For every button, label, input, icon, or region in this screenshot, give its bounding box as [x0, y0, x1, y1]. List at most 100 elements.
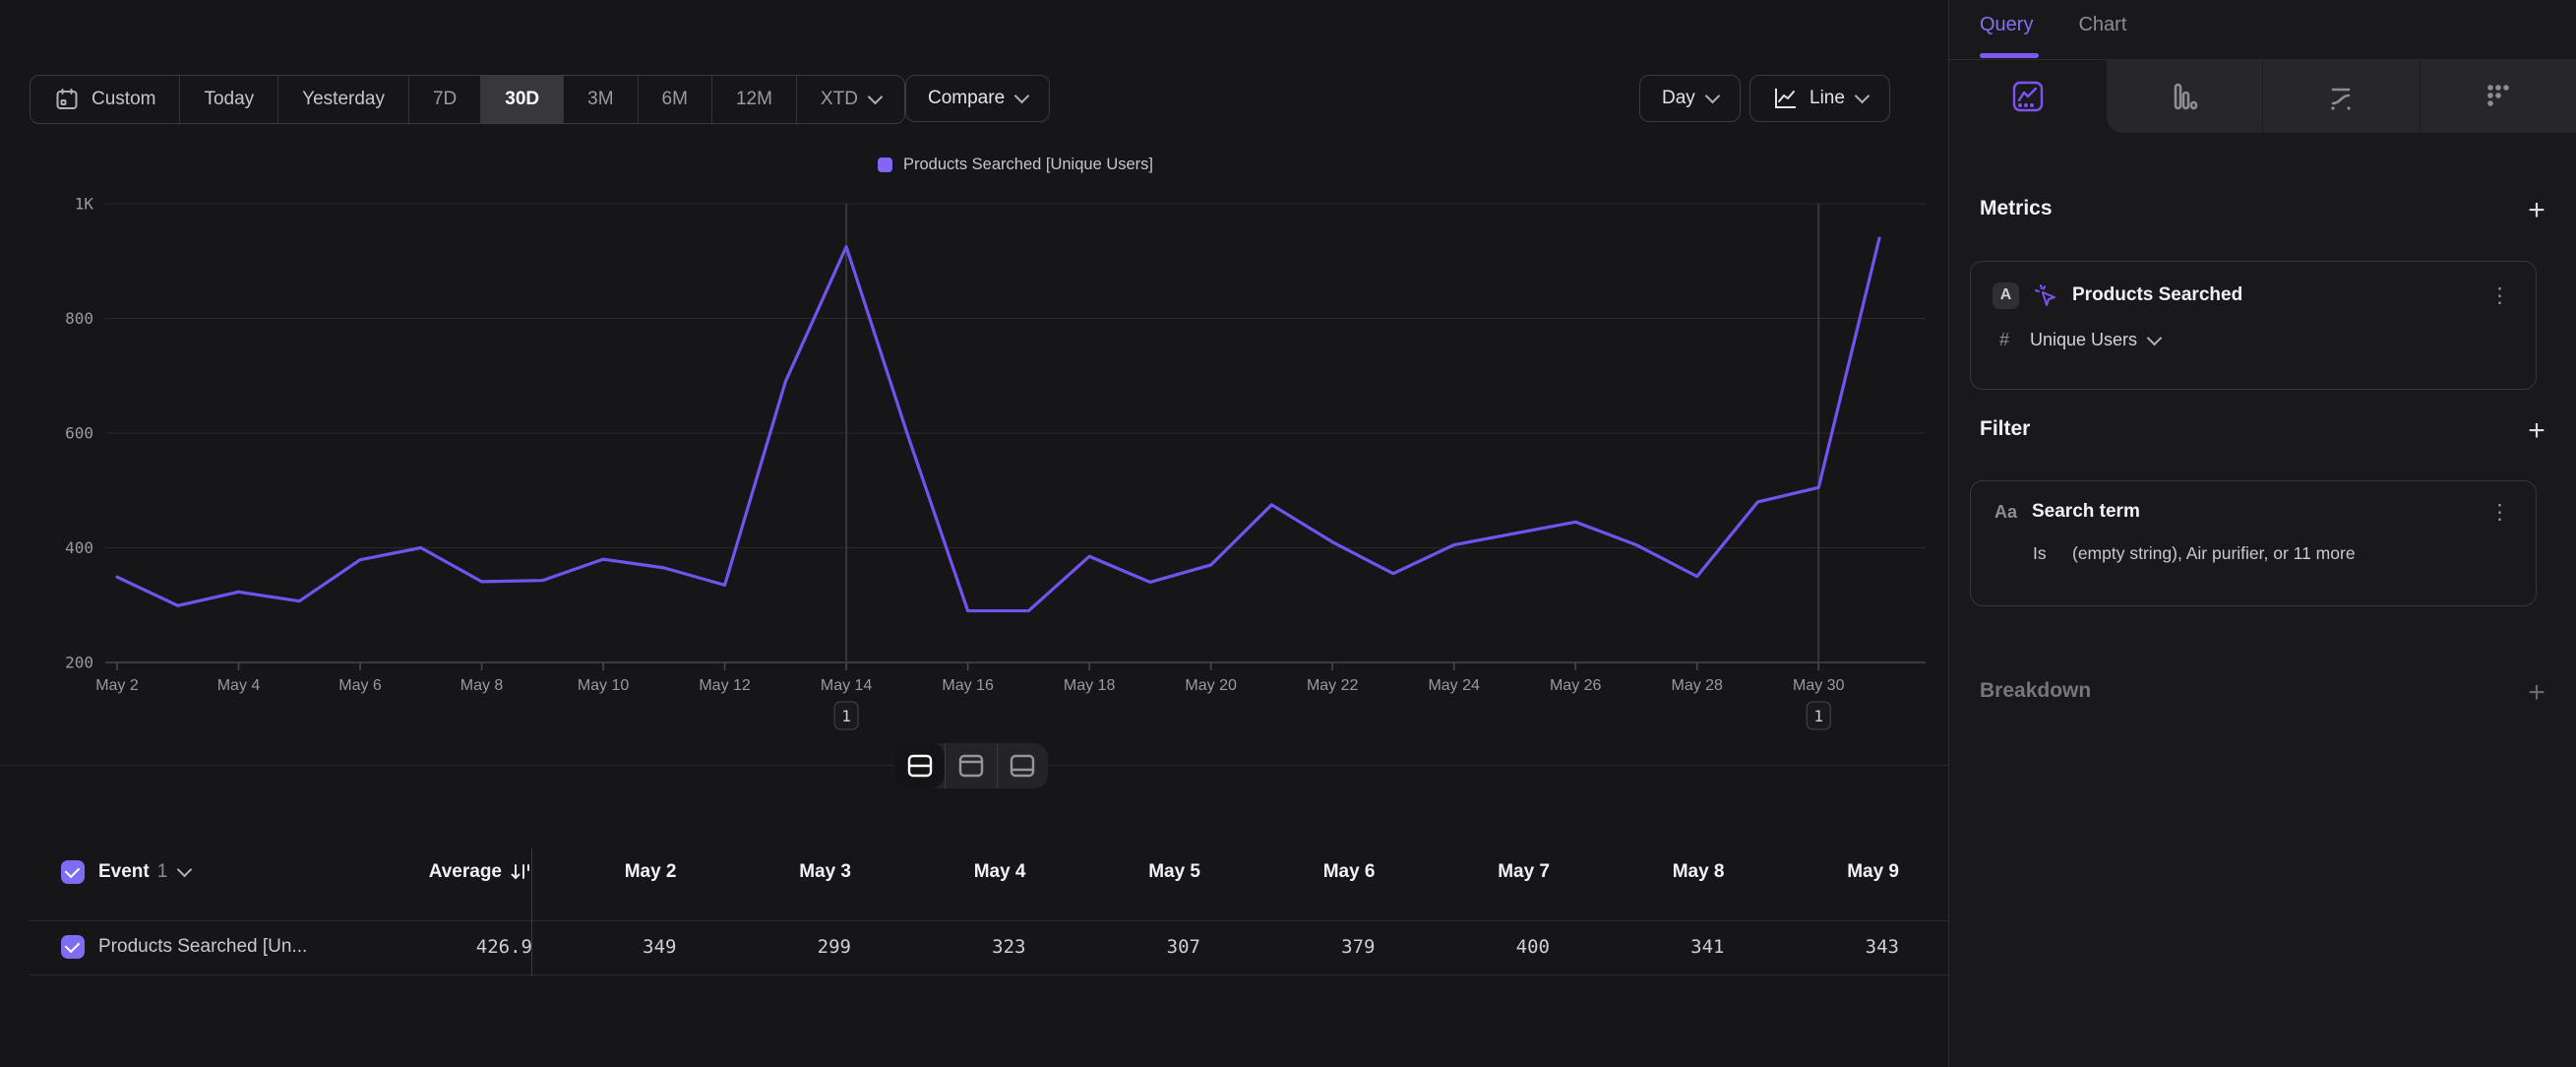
date-column-header[interactable]: May 7: [1405, 861, 1580, 883]
date-range-today[interactable]: Today: [179, 76, 277, 123]
x-axis-label: May 4: [217, 677, 261, 694]
date-range-custom[interactable]: Custom: [31, 76, 179, 123]
date-range-3m[interactable]: 3M: [563, 76, 637, 123]
view-tab-insights-line[interactable]: [1949, 60, 2106, 133]
date-column-header[interactable]: May 9: [1754, 861, 1930, 883]
x-axis-label: May 20: [1185, 677, 1237, 694]
view-tab-bar-chart[interactable]: [2107, 60, 2262, 133]
bar-chart-icon: [2168, 80, 2201, 113]
x-axis-label: May 8: [460, 677, 504, 694]
x-axis-label: May 24: [1428, 677, 1480, 694]
tab-query[interactable]: Query: [1980, 14, 2033, 36]
chevron-down-icon: [1705, 89, 1721, 104]
add-filter-button[interactable]: +: [2519, 413, 2554, 449]
metric-menu-button[interactable]: ⋮: [2485, 285, 2514, 306]
chart-only-view-button[interactable]: [945, 743, 996, 788]
cell-value: 400: [1405, 936, 1580, 958]
date-range-control: CustomTodayYesterday7D30D3M6M12MXTD: [30, 75, 905, 124]
metric-name: Products Searched: [2072, 284, 2473, 306]
breakdown-heading: Breakdown: [1980, 679, 2091, 703]
y-axis-label: 600: [65, 424, 93, 443]
view-tab-flows[interactable]: [2262, 60, 2419, 133]
compare-label: Compare: [928, 88, 1005, 109]
main-panel: CustomTodayYesterday7D30D3M6M12MXTD Comp…: [0, 0, 1948, 1067]
chevron-down-icon: [868, 90, 884, 105]
compare-button[interactable]: Compare: [905, 75, 1050, 122]
flows-icon: [2324, 80, 2358, 113]
active-tab-underline: [1980, 53, 2039, 58]
x-axis-label: May 12: [699, 677, 751, 694]
filter-property-name: Search term: [2032, 501, 2473, 523]
metric-letter-badge: A: [1993, 282, 2019, 309]
chevron-down-icon: [1855, 89, 1871, 104]
date-column-headers: May 2May 3May 4May 5May 6May 7May 8May 9: [531, 861, 1929, 883]
layout-toggle: [894, 743, 1048, 788]
x-axis-label: May 18: [1064, 677, 1116, 694]
line-chart[interactable]: 1K800600400200May 2May 4May 6May 8May 10…: [0, 187, 1948, 748]
retention-grid-icon: [2482, 80, 2515, 113]
add-breakdown-button[interactable]: +: [2519, 675, 2554, 711]
add-metric-button[interactable]: +: [2519, 193, 2554, 228]
row-checkbox[interactable]: [61, 935, 85, 959]
granularity-button[interactable]: Day: [1639, 75, 1741, 122]
table-row: Products Searched [Un... 426.9 349299323…: [30, 929, 1948, 965]
date-range-yesterday[interactable]: Yesterday: [277, 76, 408, 123]
y-axis-label: 1K: [75, 195, 94, 214]
filter-value[interactable]: (empty string), Air purifier, or 11 more: [2072, 543, 2356, 564]
x-axis-label: May 26: [1550, 677, 1602, 694]
chevron-down-icon[interactable]: [2147, 330, 2163, 345]
x-axis-label: May 2: [95, 677, 139, 694]
filter-menu-button[interactable]: ⋮: [2485, 502, 2514, 523]
date-range-xtd[interactable]: XTD: [796, 76, 904, 123]
tab-chart[interactable]: Chart: [2078, 14, 2126, 36]
cell-value: 307: [1056, 936, 1231, 958]
date-range-7d[interactable]: 7D: [408, 76, 480, 123]
table-header-row: Event 1 Average May 2May 3May 4May 5May …: [30, 854, 1948, 890]
metrics-heading: Metrics: [1980, 197, 2053, 220]
date-column-header[interactable]: May 3: [706, 861, 882, 883]
cell-value: 323: [881, 936, 1056, 958]
cell-value: 343: [1754, 936, 1930, 958]
analytics-app: CustomTodayYesterday7D30D3M6M12MXTD Comp…: [0, 0, 2576, 1067]
date-column-header[interactable]: May 4: [881, 861, 1056, 883]
inactive-view-tabs-panel: [2107, 60, 2576, 133]
date-range-12m[interactable]: 12M: [711, 76, 796, 123]
filter-heading: Filter: [1980, 417, 2030, 441]
metric-card[interactable]: A Products Searched ⋮ # Unique Users: [1970, 261, 2537, 390]
y-axis-label: 800: [65, 309, 93, 328]
date-column-header[interactable]: May 8: [1579, 861, 1754, 883]
split-view-button[interactable]: [894, 743, 945, 788]
filter-operator[interactable]: Is: [2033, 543, 2058, 564]
y-axis-label: 200: [65, 654, 93, 672]
cell-value: 341: [1579, 936, 1754, 958]
x-axis-label: May 6: [338, 677, 382, 694]
annotation-badge-label: 1: [841, 707, 851, 725]
select-all-checkbox[interactable]: [61, 860, 85, 884]
x-axis-label: May 22: [1307, 677, 1359, 694]
query-sidebar: Query Chart: [1949, 0, 2576, 1067]
x-axis-label: May 28: [1671, 677, 1723, 694]
filter-card[interactable]: Aa Search term ⋮ Is (empty string), Air …: [1970, 480, 2537, 606]
table-only-view-button[interactable]: [997, 743, 1048, 788]
calendar-icon: [54, 87, 80, 112]
chevron-down-icon[interactable]: [177, 862, 193, 878]
average-column-header[interactable]: Average: [354, 861, 546, 883]
series-legend-label: Products Searched [Unique Users]: [903, 156, 1153, 174]
chevron-down-icon: [1014, 89, 1030, 104]
date-column-header[interactable]: May 6: [1230, 861, 1405, 883]
x-axis-label: May 16: [942, 677, 994, 694]
insights-line-icon: [2010, 79, 2046, 114]
granularity-label: Day: [1662, 88, 1695, 109]
view-tab-retention-grid[interactable]: [2420, 60, 2576, 133]
aggregation-selector[interactable]: Unique Users: [2030, 330, 2137, 350]
series-color-swatch: [878, 157, 892, 172]
table-divider: [30, 920, 1948, 921]
chart-type-button[interactable]: Line: [1749, 75, 1890, 122]
date-column-header[interactable]: May 2: [531, 861, 706, 883]
table-column-divider: [531, 848, 532, 976]
date-range-6m[interactable]: 6M: [638, 76, 711, 123]
cell-value: 349: [531, 936, 706, 958]
line-chart-icon: [1772, 87, 1798, 110]
date-column-header[interactable]: May 5: [1056, 861, 1231, 883]
date-range-30d[interactable]: 30D: [480, 76, 563, 123]
